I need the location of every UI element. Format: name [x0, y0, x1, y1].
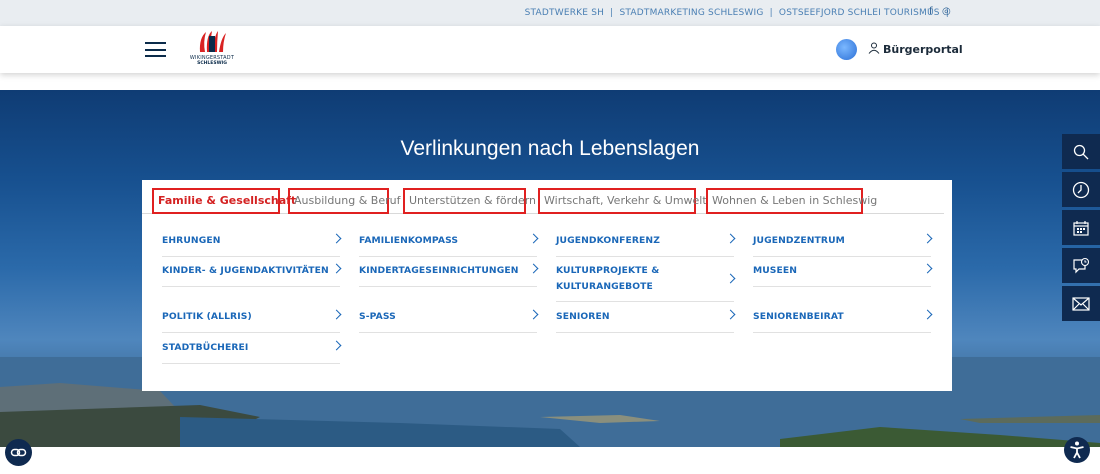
link-ehrungen[interactable]: EHRUNGEN: [162, 230, 342, 257]
link-label: STADTBÜCHEREI: [162, 342, 249, 353]
link-kinder-jugendaktivitaeten[interactable]: KINDER- & JUGENDAKTIVITÄTEN: [162, 260, 342, 287]
language-globe-icon[interactable]: [836, 39, 857, 60]
logo-mark-icon: [199, 31, 226, 52]
separator: |: [769, 8, 773, 18]
lebenslagen-panel: Familie & Gesellschaft Ausbildung & Beru…: [142, 180, 952, 391]
link-stadtwerke[interactable]: STADTWERKE SH: [525, 8, 604, 18]
accessibility-button[interactable]: [1064, 437, 1090, 463]
tab-wohnen-leben[interactable]: Wohnen & Leben in Schleswig: [706, 188, 877, 214]
link-politik-allris[interactable]: POLITIK (ALLRIS): [162, 306, 342, 333]
section-title: Verlinkungen nach Lebenslagen: [400, 137, 700, 160]
search-button[interactable]: [1062, 134, 1100, 169]
link-label: JUGENDKONFERENZ: [556, 235, 660, 246]
contact-button[interactable]: [1062, 286, 1100, 321]
tab-unterstuetzen-foerdern[interactable]: Unterstützen & fördern: [403, 188, 536, 214]
cookie-settings-button[interactable]: [5, 439, 32, 466]
tab-bar: Familie & Gesellschaft Ausbildung & Beru…: [142, 188, 944, 214]
link-stadtmarketing[interactable]: STADTMARKETING SCHLESWIG: [619, 8, 763, 18]
clock-icon: [1072, 181, 1090, 198]
link-s-pass[interactable]: S-PASS: [359, 306, 539, 333]
site-logo[interactable]: WIKINGERSTADT SCHLESWIG: [186, 30, 238, 68]
hamburger-menu-icon[interactable]: [145, 42, 166, 57]
link-label: SENIOREN: [556, 311, 610, 322]
link-label: EHRUNGEN: [162, 235, 221, 246]
tab-familie-gesellschaft[interactable]: Familie & Gesellschaft: [152, 188, 296, 214]
link-label: KINDERTAGESEINRICHTUNGEN: [359, 265, 519, 276]
mail-icon: [1072, 296, 1090, 311]
link-senioren[interactable]: SENIOREN: [556, 306, 736, 333]
buergerportal-link[interactable]: Bürgerportal: [883, 43, 963, 56]
chat-clock-icon: [1073, 257, 1090, 273]
link-jugendkonferenz[interactable]: JUGENDKONFERENZ: [556, 230, 736, 257]
appointment-button[interactable]: [1062, 248, 1100, 283]
link-label: KULTURPROJEKTE & KULTURANGEBOTE: [556, 265, 660, 292]
link-label: POLITIK (ALLRIS): [162, 311, 252, 322]
link-ostseefjord[interactable]: OSTSEEFJORD SCHLEI TOURISMUS: [779, 8, 940, 18]
link-label: S-PASS: [359, 311, 396, 322]
user-icon[interactable]: [868, 42, 880, 54]
link-label: KINDER- & JUGENDAKTIVITÄTEN: [162, 265, 329, 276]
link-label: MUSEEN: [753, 265, 798, 276]
link-label: SENIORENBEIRAT: [753, 311, 844, 322]
facebook-icon[interactable]: f: [929, 6, 933, 17]
instagram-icon[interactable]: ◎: [942, 6, 951, 17]
link-label: JUGENDZENTRUM: [753, 235, 845, 246]
search-icon: [1073, 144, 1089, 159]
quick-access-sidebar: [1062, 134, 1100, 324]
tab-wirtschaft-verkehr-umwelt[interactable]: Wirtschaft, Verkehr & Umwelt: [538, 188, 707, 214]
link-kulturprojekte[interactable]: KULTURPROJEKTE & KULTURANGEBOTE: [556, 260, 736, 302]
chevron-right-icon: [725, 273, 736, 284]
calendar-button[interactable]: [1062, 210, 1100, 245]
partner-links: STADTWERKE SH | STADTMARKETING SCHLESWIG…: [525, 8, 952, 18]
link-stadtbuecherei[interactable]: STADTBÜCHEREI: [162, 337, 342, 364]
link-label: FAMILIENKOMPASS: [359, 235, 459, 246]
logo-text-line2: SCHLESWIG: [197, 61, 227, 66]
link-seniorenbeirat[interactable]: SENIORENBEIRAT: [753, 306, 933, 333]
top-bar: STADTWERKE SH | STADTMARKETING SCHLESWIG…: [0, 0, 1100, 26]
link-kindertageseinrichtungen[interactable]: KINDERTAGESEINRICHTUNGEN: [359, 260, 539, 287]
accessibility-icon: [1070, 441, 1084, 459]
link-museen[interactable]: MUSEEN: [753, 260, 933, 287]
calendar-icon: [1073, 220, 1089, 236]
link-jugendzentrum[interactable]: JUGENDZENTRUM: [753, 230, 933, 257]
opening-hours-button[interactable]: [1062, 172, 1100, 207]
separator: |: [610, 8, 614, 18]
tab-ausbildung-beruf[interactable]: Ausbildung & Beruf: [288, 188, 400, 214]
site-header: WIKINGERSTADT SCHLESWIG Bürgerportal: [0, 26, 1100, 73]
link-icon: [10, 448, 27, 457]
link-familienkompass[interactable]: FAMILIENKOMPASS: [359, 230, 539, 257]
